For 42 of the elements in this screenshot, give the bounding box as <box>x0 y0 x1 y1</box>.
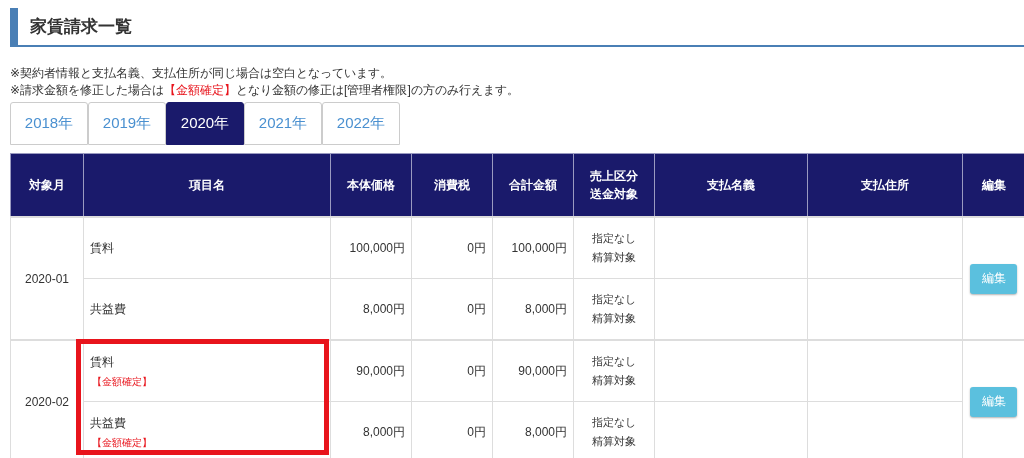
item-name: 賃料 <box>90 353 114 371</box>
year-tab[interactable]: 2018年 <box>10 102 88 145</box>
table-cell-text: 精算対象 <box>592 250 636 265</box>
column-header: 支払住所 <box>861 177 909 194</box>
table-cell: 2020-02 <box>10 340 84 458</box>
table-cell-text: 指定なし <box>592 354 636 369</box>
table-cell-text: 精算対象 <box>592 311 636 326</box>
table-cell-text: 精算対象 <box>592 373 636 388</box>
table-cell: 90,000円 <box>492 340 574 402</box>
table-cell-text: 指定なし <box>592 292 636 307</box>
table-cell: 0円 <box>411 217 493 279</box>
year-tab[interactable]: 2020年 <box>166 102 244 145</box>
column-header: 支払名義 <box>707 177 755 194</box>
year-tab[interactable]: 2022年 <box>322 102 400 145</box>
table-cell-text: 精算対象 <box>592 434 636 449</box>
status-label: 【金額確定】 <box>91 374 152 389</box>
column-header: 合計金額 <box>509 177 557 194</box>
table-cell: 100,000円 <box>492 217 574 279</box>
column-header: 売上区分 <box>590 168 638 185</box>
item-name: 共益費 <box>90 414 126 432</box>
item-name: 共益費 <box>90 300 126 318</box>
edit-button[interactable]: 編集 <box>970 386 1017 417</box>
year-tab[interactable]: 2021年 <box>244 102 322 145</box>
column-header: 項目名 <box>189 177 225 194</box>
table-cell: 2020-01 <box>10 217 84 340</box>
note-text: ※請求金額を修正した場合は【金額確定】となり金額の修正は[管理者権限]の方のみ行えます。 <box>10 82 520 99</box>
status-label: 【金額確定】 <box>91 435 152 450</box>
column-header: 消費税 <box>434 177 470 194</box>
year-tab[interactable]: 2019年 <box>88 102 166 145</box>
table-cell-text: 指定なし <box>592 415 636 430</box>
column-header: 送金対象 <box>590 186 638 203</box>
column-header: 対象月 <box>29 177 65 194</box>
table-cell: 90,000円 <box>330 340 412 402</box>
page-title: 家賃請求一覧 <box>30 16 132 38</box>
table-cell-text: 指定なし <box>592 231 636 246</box>
table-cell: 0円 <box>411 340 493 402</box>
item-name: 賃料 <box>90 239 114 257</box>
column-header: 編集 <box>981 177 1006 194</box>
column-header: 本体価格 <box>347 177 395 194</box>
note-text: ※契約者情報と支払名義、支払住所が同じ場合は空白となっています。 <box>10 65 394 82</box>
table-cell: 100,000円 <box>330 217 412 279</box>
edit-button[interactable]: 編集 <box>970 263 1017 294</box>
